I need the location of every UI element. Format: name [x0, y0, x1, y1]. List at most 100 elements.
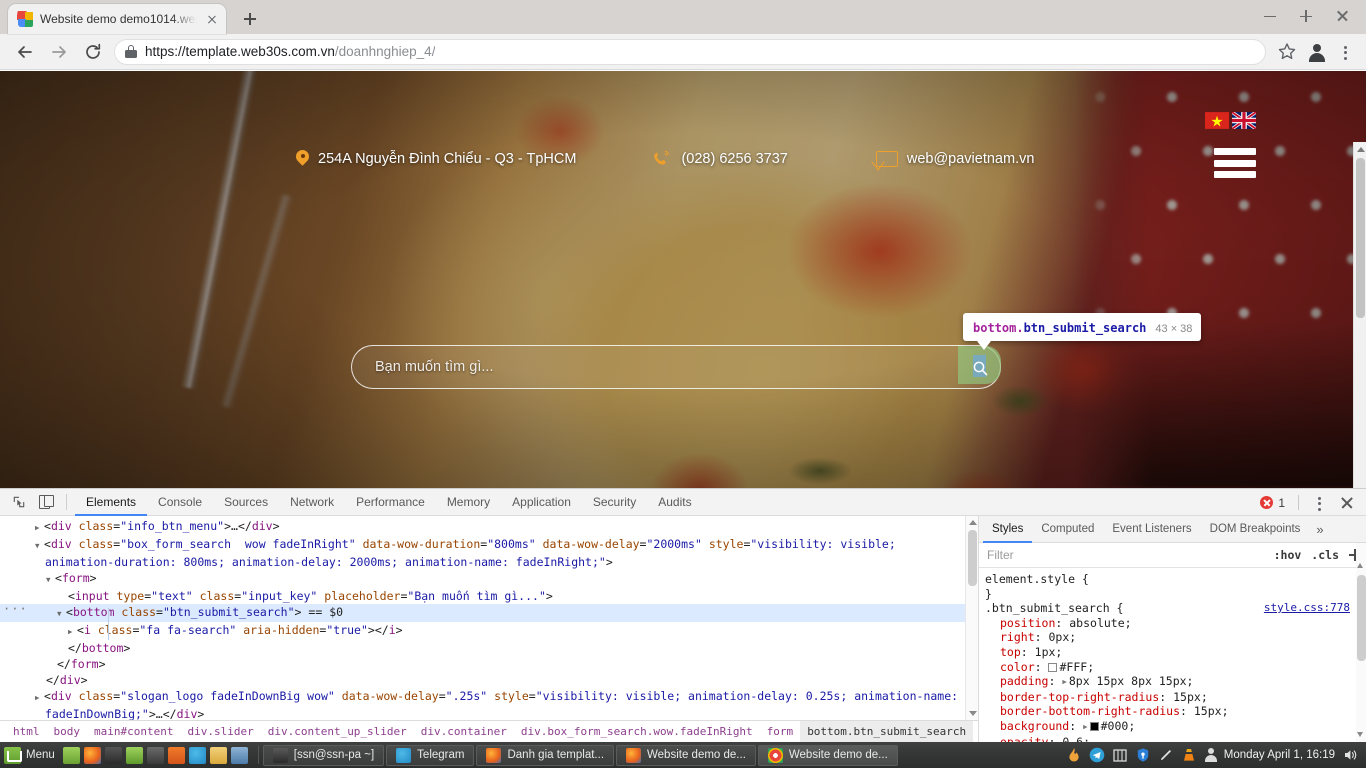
firefox-icon[interactable] — [83, 746, 101, 764]
expand-arrow-icon[interactable]: ▶ — [1062, 675, 1067, 690]
scroll-down-icon[interactable] — [968, 711, 977, 716]
scroll-up-icon[interactable] — [1357, 563, 1363, 568]
css-declaration[interactable]: right: 0px; — [985, 630, 1356, 645]
dom-row[interactable]: <div class="info_btn_menu">…</div> — [0, 518, 965, 536]
dom-row[interactable]: <div class="box_form_search wow fadeInRi… — [0, 536, 965, 570]
device-toolbar-icon[interactable] — [32, 491, 58, 513]
show-desktop-icon[interactable] — [62, 746, 80, 764]
styles-scrollbar[interactable] — [1356, 543, 1366, 742]
contact-email[interactable]: web@pavietnam.vn — [875, 151, 1034, 167]
breadcrumb-item[interactable]: div.slider — [180, 721, 260, 742]
css-declaration[interactable]: background: ▶ #000; — [985, 719, 1356, 735]
star-icon[interactable] — [1272, 37, 1302, 67]
styles-filter-input[interactable]: Filter — [979, 543, 1269, 568]
twisty-open-icon[interactable] — [57, 604, 66, 622]
css-property[interactable]: border-top-right-radius — [1000, 690, 1159, 704]
error-count-badge[interactable]: 1 — [1260, 496, 1291, 510]
plus-icon[interactable] — [236, 5, 264, 33]
expand-arrow-icon[interactable]: ▶ — [1083, 720, 1088, 735]
css-declaration[interactable]: padding: ▶ 8px 15px 8px 15px; — [985, 674, 1356, 690]
pen-icon[interactable] — [1158, 747, 1174, 763]
tab-styles[interactable]: Styles — [983, 516, 1032, 543]
dom-row[interactable]: </div> — [0, 672, 965, 688]
clock[interactable]: Monday April 1, 16:19 — [1224, 749, 1335, 761]
contact-phone[interactable]: (028) 6256 3737 — [652, 149, 788, 169]
breadcrumb-item[interactable]: div.content_up_slider — [261, 721, 414, 742]
css-value[interactable]: 8px 15px 8px 15px — [1069, 674, 1187, 688]
css-property[interactable]: position — [1000, 616, 1055, 630]
css-property[interactable]: right — [1000, 630, 1035, 644]
css-value[interactable]: 0.6 — [1062, 735, 1083, 742]
cls-toggle[interactable]: .cls — [1306, 548, 1344, 562]
css-source-link[interactable]: style.css:778 — [1264, 601, 1350, 616]
shield-icon[interactable] — [1135, 747, 1151, 763]
terminal-icon[interactable] — [104, 746, 122, 764]
maximize-icon[interactable] — [1288, 4, 1324, 28]
tab-dom-breakpoints[interactable]: DOM Breakpoints — [1201, 516, 1310, 543]
css-property[interactable]: color — [1000, 660, 1035, 674]
volume-icon[interactable] — [1342, 747, 1358, 763]
twisty-open-icon[interactable] — [35, 536, 44, 554]
tab-elements[interactable]: Elements — [75, 489, 147, 516]
breadcrumb-item[interactable]: form — [760, 721, 801, 742]
taskbar-task[interactable]: Website demo de... — [616, 744, 756, 766]
breadcrumb-item[interactable]: div.box_form_search.wow.fadeInRight — [514, 721, 760, 742]
css-value[interactable]: #FFF — [1059, 660, 1087, 674]
css-value[interactable]: #000 — [1101, 719, 1129, 733]
css-declaration[interactable]: color: #FFF; — [985, 660, 1356, 675]
inspect-element-icon[interactable] — [6, 491, 32, 513]
css-value[interactable]: 15px — [1173, 690, 1201, 704]
css-property[interactable]: padding — [1000, 674, 1048, 688]
profile-avatar-icon[interactable] — [1302, 37, 1332, 67]
tab-memory[interactable]: Memory — [436, 489, 501, 516]
flame-icon[interactable] — [1066, 747, 1082, 763]
mail-icon[interactable] — [230, 746, 248, 764]
taskbar-task[interactable]: Danh gia templat... — [476, 744, 615, 766]
screenshot-icon[interactable] — [146, 746, 164, 764]
tab-sources[interactable]: Sources — [213, 489, 279, 516]
tab-event-listeners[interactable]: Event Listeners — [1103, 516, 1200, 543]
contact-address[interactable]: 254A Nguyễn Đình Chiểu - Q3 - TpHCM — [296, 150, 576, 168]
scroll-thumb[interactable] — [1356, 575, 1366, 661]
start-menu-button[interactable]: Menu — [0, 742, 63, 768]
search-input[interactable]: Bạn muốn tìm gì... — [351, 345, 1001, 389]
css-declaration[interactable]: opacity: 0.6; — [985, 735, 1356, 742]
css-value[interactable]: absolute — [1069, 616, 1124, 630]
tab-security[interactable]: Security — [582, 489, 647, 516]
twisty-closed-icon[interactable] — [35, 518, 44, 536]
address-bar[interactable]: https://template.web30s.com.vn/doanhnghi… — [114, 38, 1266, 65]
styles-rules-list[interactable]: element.style {} .btn_submit_search {styl… — [979, 568, 1356, 742]
calendar-icon[interactable] — [1112, 747, 1128, 763]
breadcrumb-item[interactable]: div.container — [414, 721, 514, 742]
css-declaration[interactable]: top: 1px; — [985, 645, 1356, 660]
dom-row-selected[interactable]: <bottom class="btn_submit_search"> == $0 — [0, 601, 965, 622]
css-selector[interactable]: .btn_submit_search { — [985, 601, 1123, 616]
css-value[interactable]: 1px — [1035, 645, 1056, 659]
twisty-open-icon[interactable] — [46, 570, 55, 588]
dom-row[interactable]: <div class="slogan_logo fadeInDownBig wo… — [0, 688, 965, 720]
back-arrow-icon[interactable] — [8, 35, 42, 69]
dom-tree-scrollbar[interactable] — [965, 516, 978, 720]
tab-audits[interactable]: Audits — [647, 489, 702, 516]
css-declaration[interactable]: border-bottom-right-radius: 15px; — [985, 704, 1356, 719]
forward-arrow-icon[interactable] — [42, 35, 76, 69]
dom-row[interactable]: </bottom> — [0, 640, 965, 656]
breadcrumb-item[interactable]: body — [47, 721, 88, 742]
twisty-closed-icon[interactable] — [35, 688, 44, 706]
user-icon[interactable] — [1204, 748, 1217, 762]
reload-icon[interactable] — [76, 35, 110, 69]
sublime-icon[interactable] — [167, 746, 185, 764]
tab-console[interactable]: Console — [147, 489, 213, 516]
tab-computed[interactable]: Computed — [1032, 516, 1103, 543]
css-property[interactable]: border-bottom-right-radius — [1000, 704, 1180, 718]
css-property[interactable]: background — [1000, 719, 1069, 733]
taskbar-task[interactable]: [ssn@ssn-pa ~] — [262, 744, 385, 766]
dom-row[interactable]: <form> — [0, 570, 965, 588]
page-scrollbar[interactable] — [1353, 142, 1366, 488]
flag-vietnam-icon[interactable] — [1205, 112, 1229, 129]
close-icon[interactable] — [204, 11, 220, 27]
css-property[interactable]: top — [1000, 645, 1021, 659]
dom-tree[interactable]: <div class="info_btn_menu">…</div><div c… — [0, 516, 965, 720]
devtools-kebab-menu-icon[interactable] — [1306, 488, 1332, 518]
css-property[interactable]: opacity — [1000, 735, 1048, 742]
